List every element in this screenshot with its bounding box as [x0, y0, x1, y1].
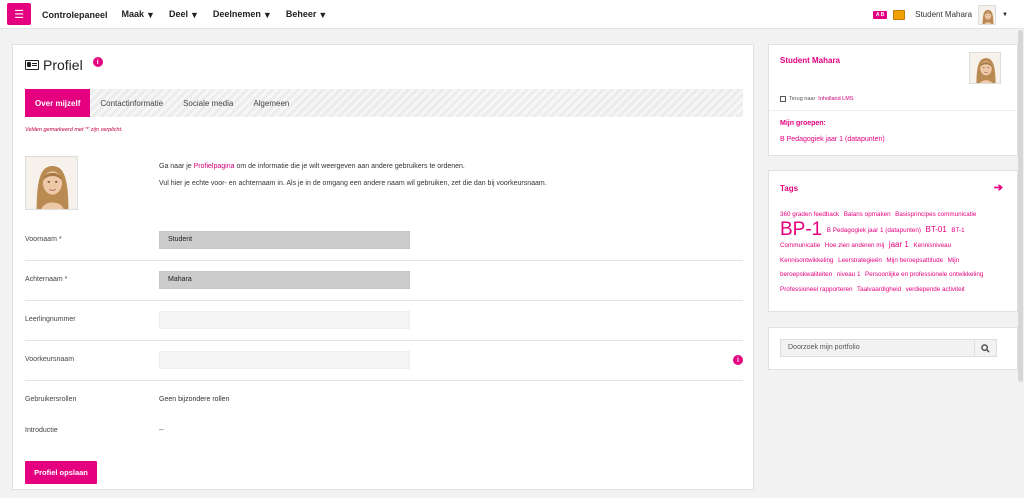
introduction-value: -- [159, 427, 164, 434]
intro-text-part: Ga naar je [159, 163, 194, 170]
group-link[interactable]: B Pedagogiek jaar 1 (datapunten) [780, 136, 885, 143]
tab-over-mijzelf[interactable]: Over mijzelf [25, 89, 91, 117]
nav-label: Beheer [285, 9, 317, 20]
tag-link[interactable]: Balans opmaken [844, 211, 891, 218]
accessibility-icon[interactable]: A B [873, 10, 888, 19]
tags-title: Tags [780, 184, 799, 193]
studentid-field[interactable] [159, 311, 410, 329]
firstname-field[interactable]: Student [159, 231, 410, 249]
caret-down-icon: ▼ [189, 9, 199, 20]
back-to-lms-link[interactable]: Inholland LMS [818, 96, 853, 102]
caret-down-icon: ▼ [318, 9, 328, 20]
tag-link[interactable]: BT-01 [925, 225, 946, 234]
form-row-preferredname: Voorkeursnaam i [25, 341, 743, 381]
tag-link[interactable]: Kennisniveau [913, 242, 951, 249]
nav-label: Deelnemen [212, 9, 261, 20]
form-row-introduction: Introductie -- [25, 412, 743, 452]
roles-value: Geen bijzondere rollen [159, 396, 230, 403]
form-row-lastname: Achternaam * Mahara [25, 261, 743, 301]
tag-link[interactable]: Persoonlijke en professionele ontwikkeli… [865, 271, 983, 278]
nav-item-maak[interactable]: Maak ▼ [122, 9, 155, 20]
sidebar-user-name[interactable]: Student Mahara [780, 56, 840, 65]
hamburger-icon[interactable]: ☰ [7, 3, 31, 25]
tag-link[interactable]: Basisprincipes communicatie [895, 211, 976, 218]
scrollbar[interactable] [1018, 30, 1023, 382]
preferredname-field[interactable] [159, 351, 410, 369]
tag-link[interactable]: BT-1 [951, 227, 964, 234]
page-title-text: Profiel [43, 57, 83, 73]
groups-title: Mijn groepen: [780, 120, 826, 127]
nav-item-deel[interactable]: Deel ▼ [169, 9, 199, 20]
lastname-field[interactable]: Mahara [159, 271, 410, 289]
required-note: Velden gemarkeerd met '*' zijn verplicht… [25, 127, 123, 133]
user-sidebar-block: Student Mahara Terug naar Inholland LMS … [768, 44, 1018, 156]
arrow-right-icon[interactable]: ➔ [994, 181, 1003, 194]
info-icon[interactable]: i [92, 57, 103, 67]
profile-tabs: Over mijzelf Contactinformatie Sociale m… [25, 89, 743, 117]
tag-cloud: 360 graden feedback Balans opmaken Basis… [780, 208, 1002, 297]
form-row-firstname: Voornaam * Student [25, 221, 743, 261]
nav-item-controlepaneel[interactable]: Controlepaneel [42, 10, 108, 20]
tag-link[interactable]: Hoe zien anderen mij [825, 242, 885, 249]
id-card-icon [25, 60, 39, 70]
nav-label: Deel [168, 9, 188, 20]
avatar[interactable] [978, 4, 997, 25]
tag-link[interactable]: BP-1 [780, 219, 822, 240]
user-area: A B Student Mahara ▼ [873, 0, 1008, 29]
intro-line-1: Ga naar je Profielpagina om de informati… [159, 158, 739, 175]
search-block: Doorzoek mijn portfolio [768, 327, 1018, 370]
tags-block: Tags ➔ 360 graden feedback Balans opmake… [768, 170, 1018, 312]
introduction-label: Introductie [25, 427, 58, 434]
nav-item-deelnemen[interactable]: Deelnemen ▼ [213, 9, 272, 20]
tag-link[interactable]: Kennisontwikkeling [780, 257, 834, 264]
tag-link[interactable]: Taalvaardigheid [857, 286, 901, 293]
roles-label: Gebruikersrollen [25, 396, 77, 403]
save-profile-button[interactable]: Profiel opslaan [25, 461, 97, 484]
intro-line-2: Vul hier je echte voor- en achternaam in… [159, 180, 547, 187]
tab-sociale-media[interactable]: Sociale media [173, 89, 243, 117]
nav-item-beheer[interactable]: Beheer ▼ [286, 9, 327, 20]
studentid-label: Leerlingnummer [25, 316, 76, 323]
tag-link[interactable]: niveau 1 [837, 271, 861, 278]
nav-label: Maak [121, 9, 145, 20]
tag-link[interactable]: Communicatie [780, 242, 820, 249]
divider [769, 110, 1017, 111]
caret-down-icon: ▼ [146, 9, 155, 20]
tag-link[interactable]: Mijn beroepsattitude [886, 257, 943, 264]
main-nav: Controlepaneel Maak ▼ Deel ▼ Deelnemen ▼ Be… [42, 0, 327, 29]
tag-link[interactable]: B Pedagogiek jaar 1 (datapunten) [827, 227, 921, 234]
caret-down-icon: ▼ [262, 9, 272, 20]
tag-link[interactable]: 360 graden feedback [780, 211, 839, 218]
nav-label: Controlepaneel [42, 9, 108, 20]
info-icon[interactable]: i [733, 355, 743, 365]
preferredname-label: Voorkeursnaam [25, 356, 75, 363]
inbox-icon[interactable] [893, 9, 906, 20]
search-input[interactable]: Doorzoek mijn portfolio [781, 340, 974, 356]
intro-text-part: om de informatie die je wilt weergeven a… [234, 163, 465, 170]
caret-down-icon[interactable]: ▼ [1002, 12, 1008, 18]
portfolio-search: Doorzoek mijn portfolio [780, 339, 997, 357]
external-link-icon [780, 96, 786, 102]
page-title: Profiel i [25, 57, 103, 73]
intro-text: Ga naar je Profielpagina om de informati… [159, 158, 739, 192]
back-link-row: Terug naar Inholland LMS [780, 96, 853, 102]
search-icon [981, 343, 990, 353]
tag-link[interactable]: Leerstrategieën [838, 257, 882, 264]
profile-page-link[interactable]: Profielpagina [194, 163, 235, 170]
tag-link[interactable]: jaar 1 [889, 240, 909, 249]
search-button[interactable] [974, 340, 996, 356]
tag-link[interactable]: verdiepende activiteit [906, 286, 965, 293]
user-name[interactable]: Student Mahara [915, 10, 972, 19]
firstname-label: Voornaam * [25, 236, 62, 243]
tab-algemeen[interactable]: Algemeen [243, 89, 299, 117]
tag-link[interactable]: Professioneel rapporteren [780, 286, 852, 293]
profile-card: Profiel i Over mijzelf Contactinformatie… [12, 44, 754, 490]
top-navbar: ☰ Controlepaneel Maak ▼ Deel ▼ Deelnemen ▼ … [0, 0, 1024, 29]
avatar[interactable] [969, 52, 1001, 84]
lastname-label: Achternaam * [25, 276, 68, 283]
form-row-studentid: Leerlingnummer [25, 301, 743, 341]
back-text: Terug naar [789, 96, 816, 102]
tab-contactinformatie[interactable]: Contactinformatie [90, 89, 173, 117]
profile-picture[interactable] [25, 156, 78, 210]
